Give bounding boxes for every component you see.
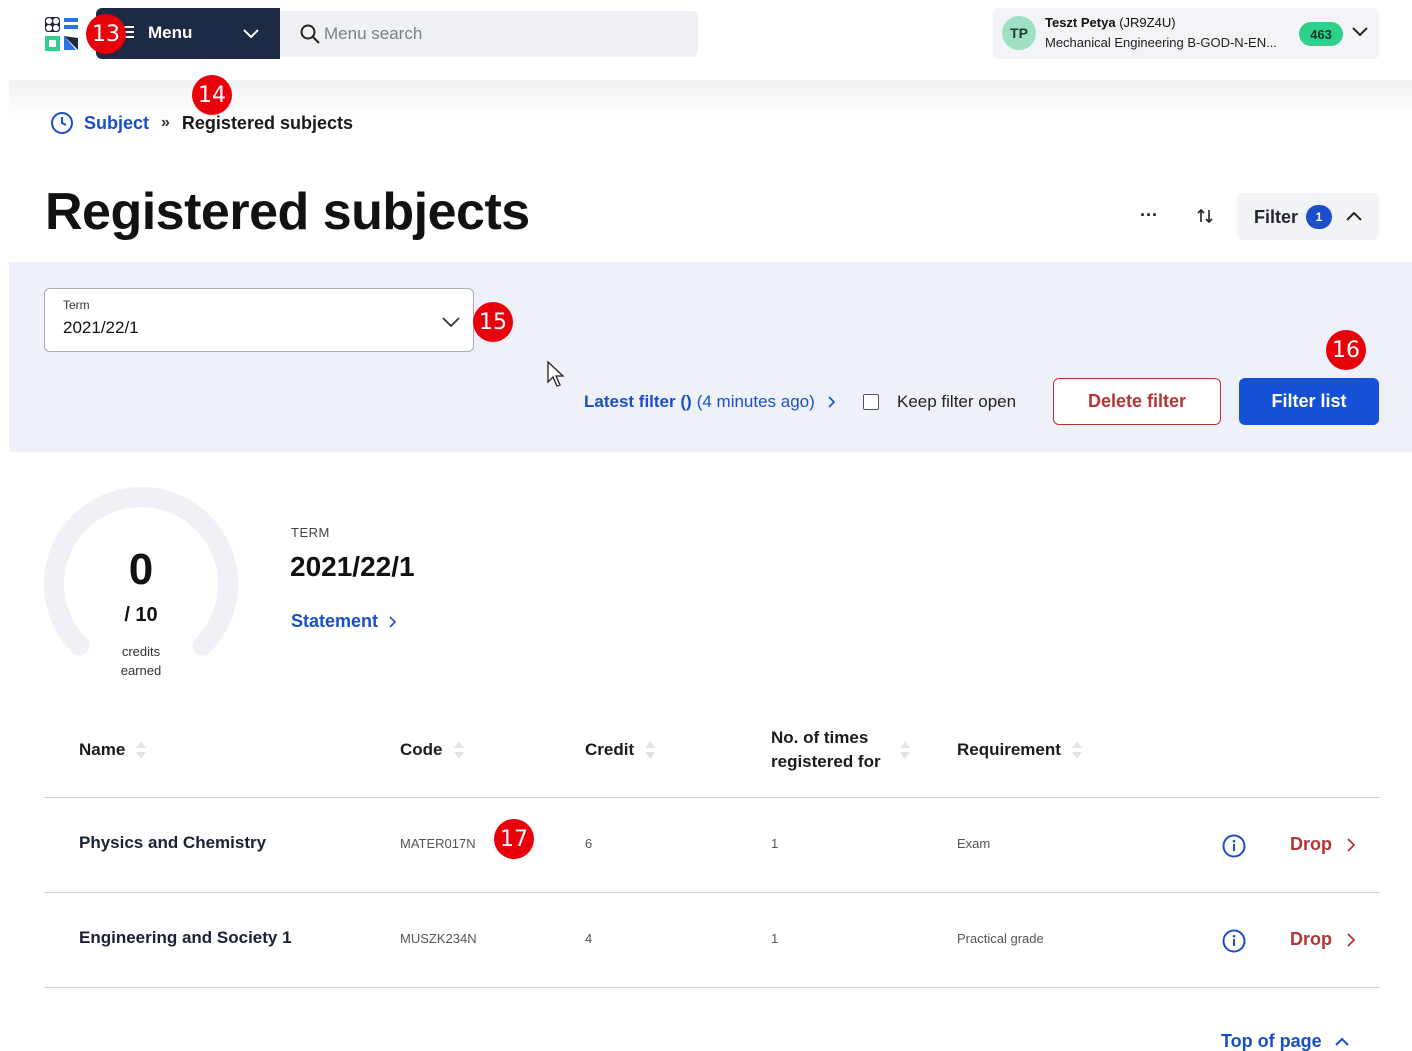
avatar: TP bbox=[1002, 16, 1036, 50]
user-name: Teszt Petya bbox=[1045, 15, 1116, 30]
subject-name: Physics and Chemistry bbox=[79, 833, 267, 852]
menu-search[interactable] bbox=[280, 11, 698, 57]
chevron-right-icon bbox=[828, 396, 835, 408]
chevron-down-icon bbox=[243, 29, 259, 39]
term-select-label: Term bbox=[63, 298, 90, 312]
column-header-line: No. of times bbox=[771, 728, 869, 747]
table-row: Physics and Chemistry MATER017N 6 1 Exam… bbox=[44, 798, 1380, 893]
breadcrumb-current: Registered subjects bbox=[181, 112, 353, 133]
annotation-marker: 16 bbox=[1326, 330, 1366, 370]
notification-badge[interactable]: 463 bbox=[1299, 22, 1343, 46]
filter-panel: Term 2021/22/1 Latest filter () (4 minut… bbox=[9, 262, 1412, 452]
keep-filter-open-label: Keep filter open bbox=[897, 392, 1017, 411]
user-code: (JR9Z4U) bbox=[1119, 15, 1176, 30]
subject-code: MUSZK234N bbox=[400, 931, 477, 946]
chevron-down-icon[interactable] bbox=[1351, 25, 1369, 39]
annotation-marker: 17 bbox=[494, 819, 534, 859]
top-bar: Menu TP Teszt Petya (JR9Z4U) Mechanical … bbox=[0, 0, 1412, 80]
delete-filter-button[interactable]: Delete filter bbox=[1053, 378, 1221, 425]
annotation-marker: 13 bbox=[86, 14, 126, 54]
sort-arrows-icon bbox=[645, 741, 656, 759]
annotation-marker: 14 bbox=[192, 75, 232, 115]
top-of-page-link[interactable]: Top of page bbox=[1221, 1031, 1350, 1051]
column-header-times-registered[interactable]: No. of times registered for bbox=[771, 726, 911, 774]
subject-code: MATER017N bbox=[400, 836, 476, 851]
menu-search-input[interactable] bbox=[324, 24, 684, 44]
user-profile-selector[interactable]: TP Teszt Petya (JR9Z4U) Mechanical Engin… bbox=[993, 8, 1379, 59]
sort-icon[interactable] bbox=[1196, 207, 1214, 225]
sort-arrows-icon bbox=[899, 741, 910, 759]
chevron-up-icon bbox=[1346, 211, 1362, 221]
sort-arrows-icon bbox=[136, 741, 147, 759]
registered-subjects-table: Name Code Credit No. of times registered… bbox=[44, 714, 1380, 988]
statement-link[interactable]: Statement bbox=[291, 611, 397, 632]
chevron-right-icon bbox=[389, 615, 397, 628]
drop-label: Drop bbox=[1290, 834, 1332, 854]
filter-list-button[interactable]: Filter list bbox=[1239, 378, 1379, 425]
filter-toggle-button[interactable]: Filter 1 bbox=[1237, 193, 1379, 240]
column-header-label: No. of times registered for bbox=[771, 726, 881, 774]
clock-icon bbox=[51, 112, 73, 134]
more-options-icon[interactable]: ··· bbox=[1140, 205, 1158, 226]
search-icon bbox=[300, 24, 320, 44]
breadcrumb-subject-link[interactable]: Subject bbox=[84, 113, 149, 134]
term-select[interactable]: Term 2021/22/1 bbox=[44, 288, 474, 352]
chevron-up-icon bbox=[1334, 1037, 1349, 1046]
page-toolbar: ··· Filter 1 bbox=[1134, 193, 1379, 240]
filter-count-badge: 1 bbox=[1306, 205, 1332, 229]
user-identity: Teszt Petya (JR9Z4U) bbox=[1045, 15, 1176, 30]
term-select-value: 2021/22/1 bbox=[63, 318, 139, 337]
latest-filter-label: Latest filter () bbox=[584, 392, 692, 411]
chevron-right-icon bbox=[1347, 837, 1355, 852]
subject-requirement: Practical grade bbox=[957, 931, 1044, 946]
table-row: Engineering and Society 1 MUSZK234N 4 1 … bbox=[44, 893, 1380, 988]
column-header-name[interactable]: Name bbox=[79, 738, 147, 762]
annotation-marker: 15 bbox=[473, 302, 513, 342]
subject-times-registered: 1 bbox=[771, 836, 779, 851]
breadcrumb-separator: » bbox=[161, 114, 170, 131]
chevron-right-icon bbox=[1347, 932, 1355, 947]
menu-label: Menu bbox=[148, 23, 193, 42]
latest-filter-time: (4 minutes ago) bbox=[696, 392, 815, 411]
credits-label-text: credits earned bbox=[120, 644, 162, 678]
subject-credit: 4 bbox=[585, 931, 593, 946]
statement-label: Statement bbox=[291, 611, 379, 631]
mouse-cursor-icon bbox=[547, 360, 565, 387]
column-header-credit[interactable]: Credit bbox=[585, 738, 656, 762]
subject-requirement: Exam bbox=[957, 836, 991, 851]
top-of-page-label: Top of page bbox=[1221, 1031, 1322, 1051]
breadcrumb: Subject » Registered subjects bbox=[50, 111, 353, 135]
user-program: Mechanical Engineering B-GOD-N-EN... bbox=[1045, 35, 1277, 50]
subject-credit: 6 bbox=[585, 836, 593, 851]
column-header-label: Credit bbox=[585, 740, 635, 759]
column-header-label: Code bbox=[400, 740, 443, 759]
page-title: Registered subjects bbox=[45, 183, 530, 241]
info-icon[interactable] bbox=[1222, 929, 1246, 953]
sort-arrows-icon bbox=[1071, 741, 1082, 759]
subject-name: Engineering and Society 1 bbox=[79, 928, 292, 947]
checkbox[interactable] bbox=[863, 394, 879, 410]
drop-subject-button[interactable]: Drop bbox=[1290, 834, 1355, 855]
column-header-label: Requirement bbox=[957, 740, 1061, 759]
filter-label: Filter bbox=[1254, 207, 1299, 227]
info-icon[interactable] bbox=[1222, 834, 1246, 858]
app-logo-icon[interactable] bbox=[44, 16, 80, 52]
credits-total-value: / 10 bbox=[124, 604, 158, 626]
keep-filter-open-checkbox[interactable]: Keep filter open bbox=[863, 392, 1016, 412]
column-header-label: Name bbox=[79, 740, 126, 759]
column-header-line: registered for bbox=[771, 752, 881, 771]
chevron-down-icon bbox=[442, 317, 460, 328]
subject-times-registered: 1 bbox=[771, 931, 779, 946]
drop-label: Drop bbox=[1290, 929, 1332, 949]
credits-label: credits earned bbox=[43, 642, 239, 680]
table-header: Name Code Credit No. of times registered… bbox=[44, 714, 1380, 798]
column-header-code[interactable]: Code bbox=[400, 738, 465, 762]
sort-arrows-icon bbox=[453, 741, 464, 759]
term-value: 2021/22/1 bbox=[290, 551, 415, 582]
drop-subject-button[interactable]: Drop bbox=[1290, 929, 1355, 950]
column-header-requirement[interactable]: Requirement bbox=[957, 738, 1083, 762]
latest-filter-link[interactable]: Latest filter () (4 minutes ago) bbox=[584, 392, 835, 412]
credits-earned-value: 0 bbox=[128, 545, 154, 594]
term-caption: TERM bbox=[291, 525, 330, 540]
